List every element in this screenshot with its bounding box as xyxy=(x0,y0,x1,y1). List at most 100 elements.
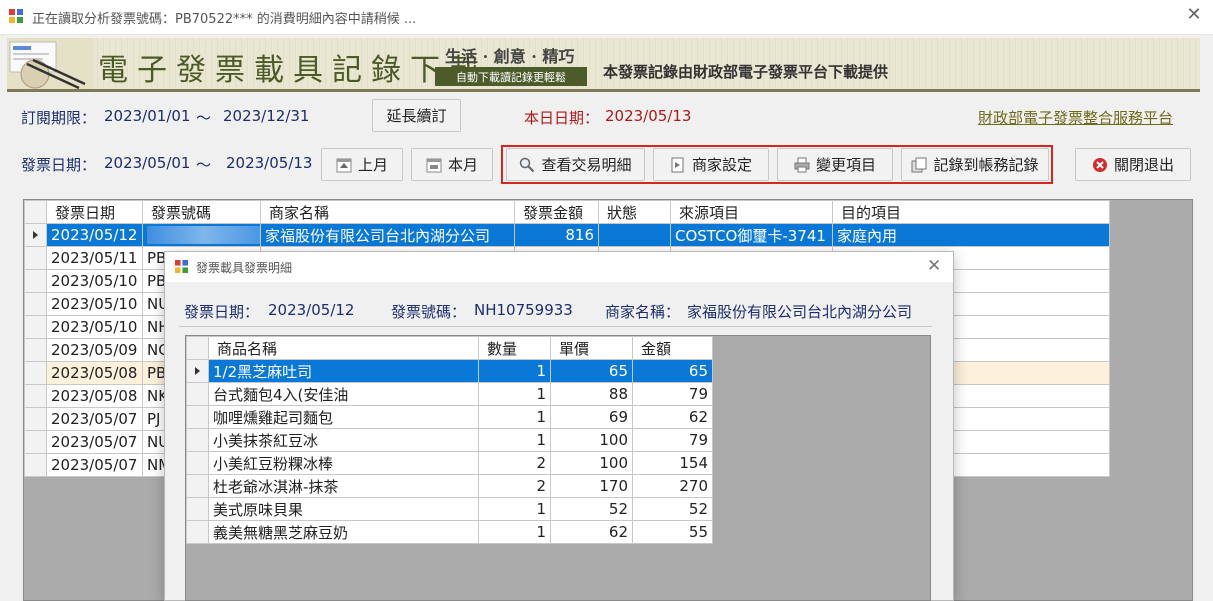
table-row[interactable]: 咖哩燻雞起司麵包 1 69 62 xyxy=(186,405,713,429)
col-header-source[interactable]: 來源項目 xyxy=(670,200,833,224)
col-header-number[interactable]: 發票號碼 xyxy=(142,200,261,224)
col-header-status[interactable]: 狀態 xyxy=(598,200,671,224)
row-header[interactable] xyxy=(186,474,209,498)
row-header[interactable] xyxy=(24,453,47,477)
row-header[interactable] xyxy=(186,382,209,406)
invoice-date-start: 2023/05/01 xyxy=(104,154,191,172)
cell-price[interactable]: 100 xyxy=(550,428,633,452)
row-header[interactable] xyxy=(24,246,47,270)
cell-item-name[interactable]: 義美無糖黑芝麻豆奶 xyxy=(208,520,479,544)
cell-qty[interactable]: 1 xyxy=(478,497,551,521)
cell-item-name[interactable]: 小美紅豆粉粿冰棒 xyxy=(208,451,479,475)
cell-price[interactable]: 88 xyxy=(550,382,633,406)
cell-qty[interactable]: 2 xyxy=(478,474,551,498)
col-header-price[interactable]: 單價 xyxy=(550,336,633,360)
row-header[interactable] xyxy=(186,359,209,383)
cell-status[interactable] xyxy=(598,223,671,247)
row-header[interactable] xyxy=(24,407,47,431)
dialog-close-icon[interactable]: ✕ xyxy=(927,256,941,276)
row-header[interactable] xyxy=(186,497,209,521)
cell-item-amount[interactable]: 55 xyxy=(632,520,713,544)
table-row[interactable]: 杜老爺冰淇淋-抹茶 2 170 270 xyxy=(186,474,713,498)
cell-merchant[interactable]: 家福股份有限公司台北內湖分公司 xyxy=(260,223,515,247)
cell-price[interactable]: 65 xyxy=(550,359,633,383)
cell-date[interactable]: 2023/05/07 xyxy=(46,453,143,477)
cell-item-name[interactable]: 小美抹茶紅豆冰 xyxy=(208,428,479,452)
table-row[interactable]: 1/2黑芝麻吐司 1 65 65 xyxy=(186,359,713,383)
table-row[interactable]: 2023/05/12■■■■■■■■933家福股份有限公司台北內湖分公司816 C… xyxy=(24,223,1110,247)
row-header[interactable] xyxy=(24,223,47,247)
cell-date[interactable]: 2023/05/10 xyxy=(46,292,143,316)
cell-item-amount[interactable]: 52 xyxy=(632,497,713,521)
row-header[interactable] xyxy=(186,405,209,429)
cell-date[interactable]: 2023/05/10 xyxy=(46,269,143,293)
cell-price[interactable]: 62 xyxy=(550,520,633,544)
cell-item-amount[interactable]: 154 xyxy=(632,451,713,475)
col-header-item-name[interactable]: 商品名稱 xyxy=(208,336,479,360)
extend-subscription-button[interactable]: 延長續訂 xyxy=(372,99,461,132)
cell-item-amount[interactable]: 79 xyxy=(632,382,713,406)
row-header[interactable] xyxy=(186,451,209,475)
cell-qty[interactable]: 1 xyxy=(478,382,551,406)
cell-date[interactable]: 2023/05/09 xyxy=(46,338,143,362)
prev-month-button[interactable]: 上月 xyxy=(321,148,403,181)
this-month-button[interactable]: 本月 xyxy=(411,148,493,181)
row-header[interactable] xyxy=(24,430,47,454)
cell-item-name[interactable]: 杜老爺冰淇淋-抹茶 xyxy=(208,474,479,498)
cell-date[interactable]: 2023/05/10 xyxy=(46,315,143,339)
row-header[interactable] xyxy=(24,361,47,385)
cell-price[interactable]: 170 xyxy=(550,474,633,498)
cell-date[interactable]: 2023/05/07 xyxy=(46,430,143,454)
row-header[interactable] xyxy=(186,520,209,544)
col-header-amount[interactable]: 發票金額 xyxy=(514,200,599,224)
cell-target[interactable]: 家庭內用 xyxy=(832,223,1110,247)
portal-link[interactable]: 財政部電子發票整合服務平台 xyxy=(978,107,1173,128)
cell-qty[interactable]: 1 xyxy=(478,428,551,452)
table-row[interactable]: 小美紅豆粉粿冰棒 2 100 154 xyxy=(186,451,713,475)
row-header[interactable] xyxy=(24,338,47,362)
col-header-item-amount[interactable]: 金額 xyxy=(632,336,713,360)
cell-item-amount[interactable]: 62 xyxy=(632,405,713,429)
cell-item-name[interactable]: 1/2黑芝麻吐司 xyxy=(208,359,479,383)
banner-divider xyxy=(7,89,1200,92)
cell-item-name[interactable]: 台式麵包4入(安佳油 xyxy=(208,382,479,406)
cell-qty[interactable]: 1 xyxy=(478,520,551,544)
col-header-date[interactable]: 發票日期 xyxy=(46,200,143,224)
cell-date[interactable]: 2023/05/11 xyxy=(46,246,143,270)
table-row[interactable]: 美式原味貝果 1 52 52 xyxy=(186,497,713,521)
cell-source[interactable]: COSTCO御璽卡-3741 xyxy=(670,223,833,247)
cell-number[interactable]: ■■■■■■■■933 xyxy=(142,223,261,247)
cell-qty[interactable]: 1 xyxy=(478,359,551,383)
cell-date[interactable]: 2023/05/08 xyxy=(46,384,143,408)
cell-price[interactable]: 100 xyxy=(550,451,633,475)
col-header-target[interactable]: 目的項目 xyxy=(832,200,1110,224)
item-grid[interactable]: 商品名稱 數量 單價 金額 1/2黑芝麻吐司 1 65 65 台式麵包4入(安佳油 1 88… xyxy=(185,335,931,601)
cell-price[interactable]: 52 xyxy=(550,497,633,521)
row-header[interactable] xyxy=(24,315,47,339)
close-icon[interactable]: ✕ xyxy=(1184,5,1204,25)
cell-date[interactable]: 2023/05/08 xyxy=(46,361,143,385)
cell-price[interactable]: 69 xyxy=(550,405,633,429)
table-row[interactable]: 義美無糖黑芝麻豆奶 1 62 55 xyxy=(186,520,713,544)
row-header[interactable] xyxy=(24,384,47,408)
cell-item-amount[interactable]: 65 xyxy=(632,359,713,383)
table-row[interactable]: 小美抹茶紅豆冰 1 100 79 xyxy=(186,428,713,452)
cell-date[interactable]: 2023/05/07 xyxy=(46,407,143,431)
dialog-title: 發票載具發票明細 xyxy=(196,261,293,275)
row-header[interactable] xyxy=(24,269,47,293)
close-exit-button[interactable]: 關閉退出 xyxy=(1075,148,1191,181)
cell-item-name[interactable]: 咖哩燻雞起司麵包 xyxy=(208,405,479,429)
row-header[interactable] xyxy=(24,292,47,316)
cell-item-name[interactable]: 美式原味貝果 xyxy=(208,497,479,521)
cell-item-amount[interactable]: 79 xyxy=(632,428,713,452)
cell-amount[interactable]: 816 xyxy=(514,223,599,247)
cell-qty[interactable]: 1 xyxy=(478,405,551,429)
table-row[interactable]: 台式麵包4入(安佳油 1 88 79 xyxy=(186,382,713,406)
col-header-merchant[interactable]: 商家名稱 xyxy=(260,200,515,224)
action-highlight-box xyxy=(501,145,1053,184)
col-header-qty[interactable]: 數量 xyxy=(478,336,551,360)
row-header[interactable] xyxy=(186,428,209,452)
cell-item-amount[interactable]: 270 xyxy=(632,474,713,498)
cell-qty[interactable]: 2 xyxy=(478,451,551,475)
cell-date[interactable]: 2023/05/12 xyxy=(46,223,143,247)
